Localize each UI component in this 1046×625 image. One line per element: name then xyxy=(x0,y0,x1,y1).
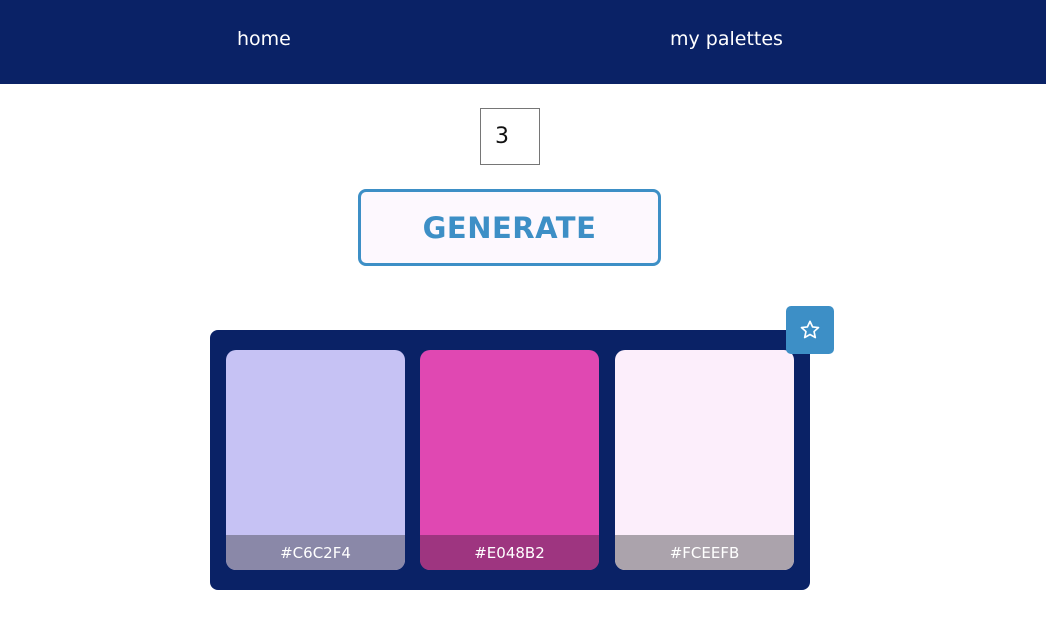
palette-card: #C6C2F4 #E048B2 #FCEEFB xyxy=(210,330,810,590)
swatch-hex-label: #E048B2 xyxy=(420,535,599,570)
top-navbar: home my palettes xyxy=(0,0,1046,84)
swatch-hex-label: #C6C2F4 xyxy=(226,535,405,570)
color-swatch[interactable]: #C6C2F4 xyxy=(226,350,405,570)
swatch-hex-label: #FCEEFB xyxy=(615,535,794,570)
generate-button[interactable]: GENERATE xyxy=(358,189,661,266)
favorite-button[interactable] xyxy=(786,306,834,354)
color-count-input[interactable] xyxy=(480,108,540,165)
color-swatch[interactable]: #E048B2 xyxy=(420,350,599,570)
nav-link-my-palettes[interactable]: my palettes xyxy=(670,26,783,52)
nav-link-home[interactable]: home xyxy=(237,26,291,52)
star-icon xyxy=(800,320,820,339)
color-swatch[interactable]: #FCEEFB xyxy=(615,350,794,570)
